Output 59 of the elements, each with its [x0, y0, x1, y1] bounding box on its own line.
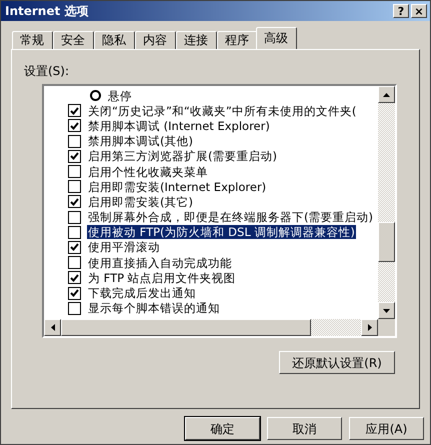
setting-label: 启用即需安装(其它) — [87, 194, 194, 209]
tab[interactable]: 常规 — [12, 31, 53, 49]
checkbox[interactable] — [68, 271, 81, 284]
checkbox[interactable] — [68, 104, 81, 118]
scroll-right-button[interactable] — [361, 319, 378, 336]
settings-list[interactable] — [42, 84, 397, 338]
setting-label: 关闭“历史记录”和“收藏夹”中所有未使用的文件夹( — [87, 104, 358, 118]
checkbox[interactable] — [68, 119, 81, 132]
checkbox[interactable] — [68, 240, 81, 254]
setting-label: 启用个性化收藏夹菜单 — [87, 164, 209, 179]
scrollbar-corner — [378, 319, 395, 336]
setting-label: 使用直接插入自动完成功能 — [87, 256, 233, 270]
close-button[interactable]: × — [411, 4, 427, 18]
radio-button[interactable] — [90, 90, 101, 102]
setting-label: 使用平滑滚动 — [87, 240, 161, 254]
tab[interactable]: 隐私 — [94, 31, 135, 49]
setting-label: 为 FTP 站点启用文件夹视图 — [87, 270, 237, 285]
setting-label: 下载完成后发出通知 — [87, 286, 197, 300]
scroll-up-button[interactable] — [378, 86, 395, 103]
checkbox[interactable] — [68, 134, 81, 148]
setting-label: 启用即需安装(Internet Explorer) — [87, 180, 268, 194]
help-button[interactable]: ? — [393, 4, 409, 18]
settings-label: 设置(S): — [24, 63, 70, 80]
checkbox[interactable] — [68, 256, 81, 270]
horizontal-scrollbar[interactable] — [44, 319, 378, 336]
tab[interactable]: 内容 — [135, 31, 176, 49]
setting-label: 使用被动 FTP(为防火墙和 DSL 调制解调器兼容性) — [87, 225, 356, 240]
setting-label: 显示每个脚本错误的通知 — [87, 301, 221, 316]
checkbox[interactable] — [68, 165, 81, 178]
restore-defaults-button[interactable]: 还原默认设置(R) — [279, 351, 395, 374]
checkbox[interactable] — [68, 210, 81, 224]
tab[interactable]: 程序 — [217, 31, 258, 49]
window-title: Internet 选项 — [5, 3, 90, 20]
scroll-down-button[interactable] — [378, 302, 395, 319]
setting-label: 启用第三方浏览器扩展(需要重启动) — [87, 149, 278, 164]
checkbox[interactable] — [68, 180, 81, 194]
up-arrow-icon — [383, 92, 390, 96]
setting-label: 禁用脚本调试(其他) — [87, 134, 194, 148]
tab[interactable]: 安全 — [53, 31, 94, 49]
checkbox[interactable] — [68, 195, 81, 208]
vertical-scrollbar[interactable] — [378, 86, 395, 319]
checkbox[interactable] — [68, 302, 81, 315]
dialog-button[interactable]: 取消 — [267, 417, 342, 440]
tab[interactable]: 连接 — [176, 31, 217, 49]
checkbox[interactable] — [68, 226, 81, 239]
left-arrow-icon — [50, 324, 54, 331]
setting-label: 禁用脚本调试 (Internet Explorer) — [87, 118, 271, 133]
dialog-button[interactable]: 确定 — [185, 417, 260, 440]
checkbox[interactable] — [68, 286, 81, 300]
setting-label: 悬停 — [107, 88, 133, 103]
tab[interactable]: 高级 — [256, 27, 297, 49]
scroll-thumb[interactable] — [61, 319, 311, 336]
right-arrow-icon — [368, 324, 372, 331]
scroll-thumb[interactable] — [378, 222, 395, 262]
checkbox[interactable] — [68, 150, 81, 163]
setting-label: 强制屏幕外合成，即便是在终端服务器下(需要重启动) — [87, 210, 374, 224]
scroll-left-button[interactable] — [44, 319, 61, 336]
dialog-button[interactable]: 应用(A) — [349, 417, 424, 440]
down-arrow-icon — [383, 308, 390, 312]
